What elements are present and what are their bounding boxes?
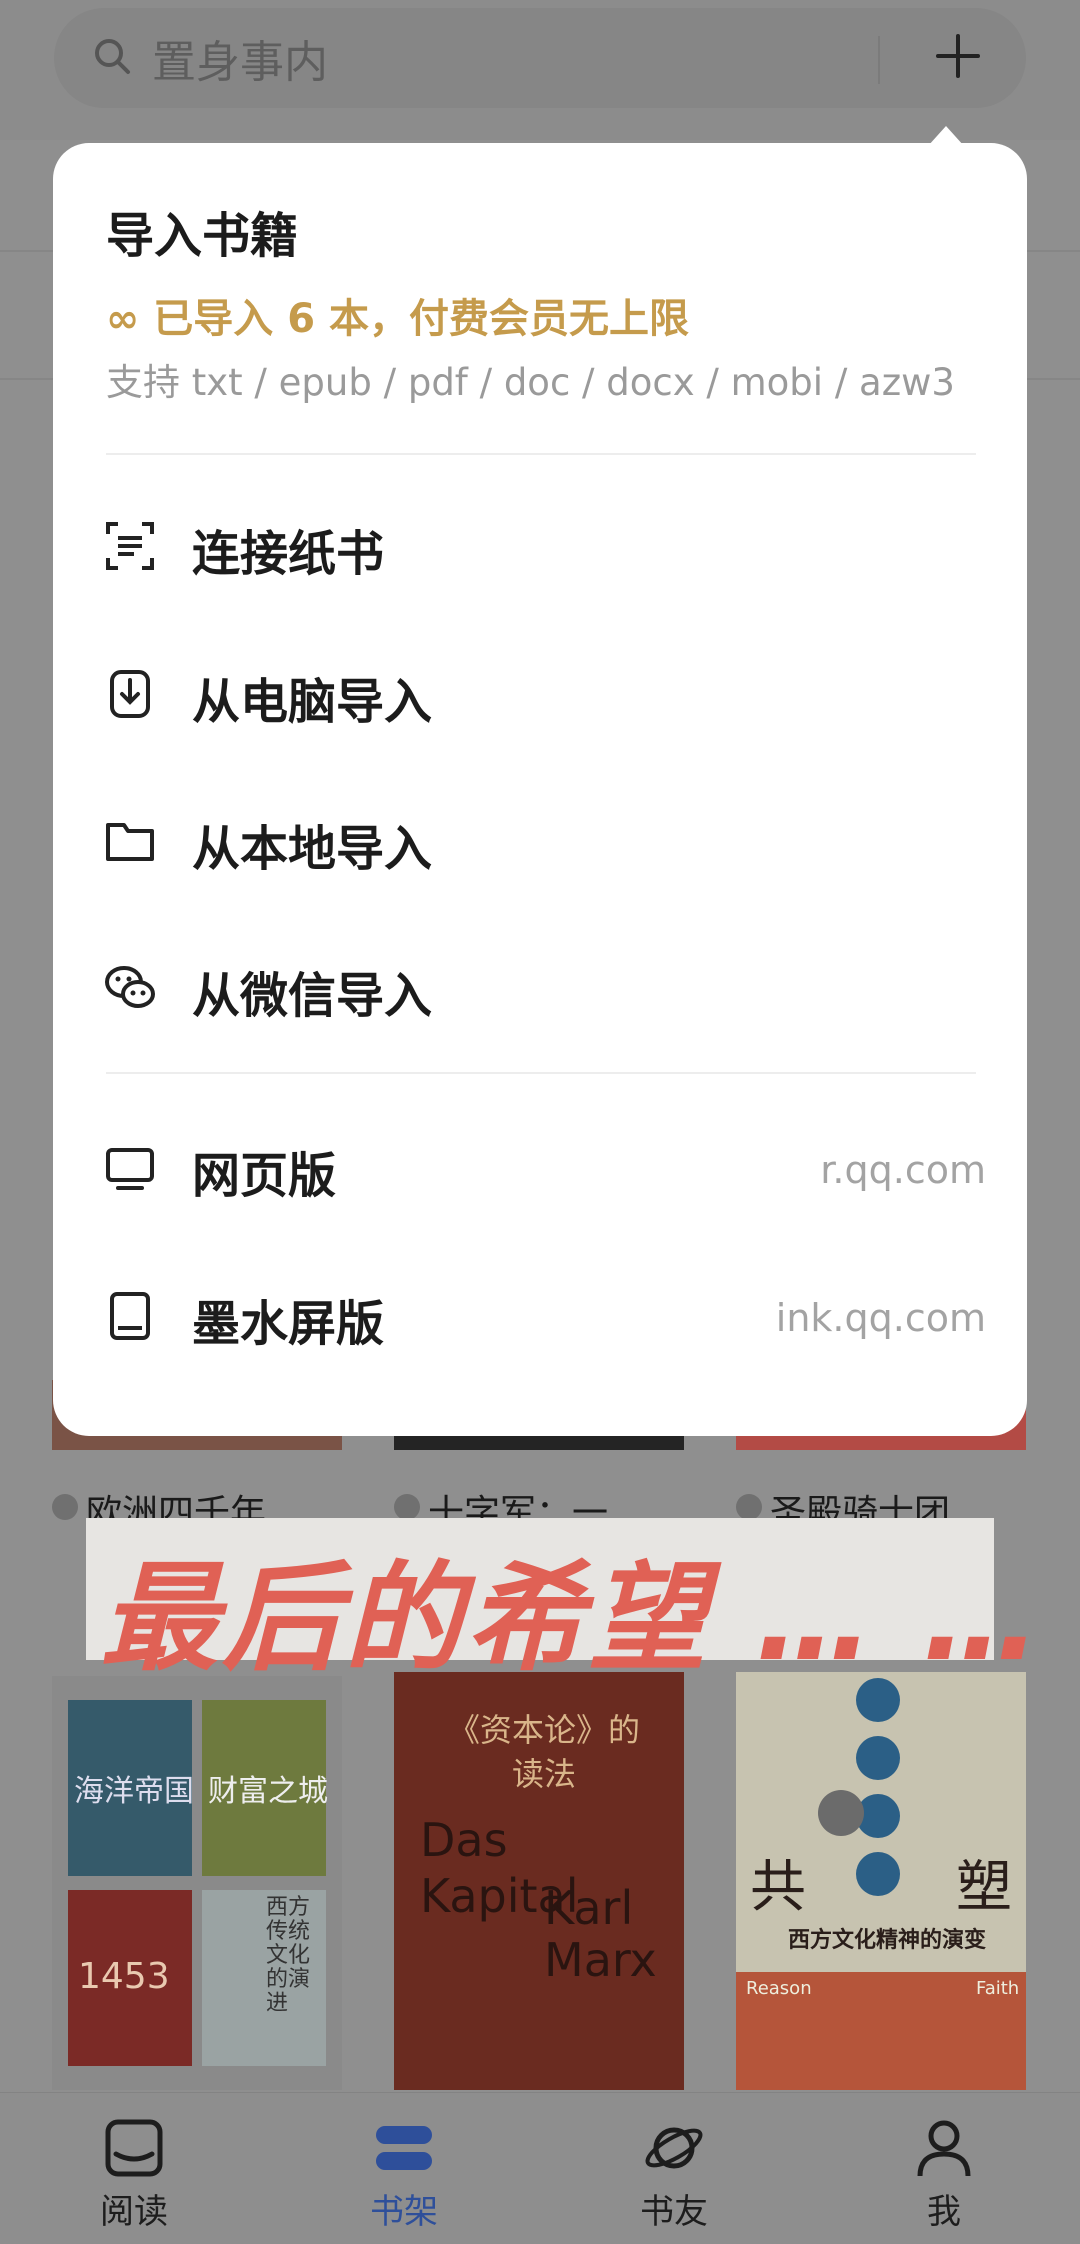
menu-item-label: 从微信导入 [192,968,433,1024]
caption-text: 最后的希望 … … [100,1549,1045,1687]
import-quota: ∞ 已导入 6 本，付费会员无上限 [106,296,689,342]
plus-icon[interactable] [928,26,988,86]
imported-check-icon [394,1494,420,1520]
tab-friends[interactable]: 书友 [574,2116,774,2233]
cover-text: 塑 [956,1855,1012,1920]
import-from-wechat-item[interactable]: 从微信导入 [86,930,986,1040]
import-from-local-item[interactable]: 从本地导入 [86,783,986,893]
tab-me[interactable]: 我 [844,2116,1044,2233]
tab-label: 我 [927,2192,961,2232]
infinity-icon: ∞ [106,296,140,342]
tab-label: 阅读 [100,2192,168,2232]
cover-text: 西方文化精神的演变 [788,1928,987,1953]
tab-label: 书架 [370,2192,438,2232]
tab-bookshelf[interactable]: 书架 [304,2116,504,2233]
divider [106,453,976,455]
folder-icon [106,823,154,861]
tab-label: 书友 [640,2192,708,2232]
person-icon [917,2120,971,2177]
menu-item-label: 连接纸书 [192,526,385,582]
cover-text: Karl Marx [544,1881,657,1987]
phone-import-icon [110,670,150,718]
supported-formats: 支持 txt / epub / pdf / doc / docx / mobi … [106,361,955,404]
import-from-computer-item[interactable]: 从电脑导入 [86,636,986,746]
monitor-icon [106,1148,154,1190]
cover-text: 共 [750,1855,806,1920]
web-version-item[interactable]: 网页版 r.qq.com [86,1110,986,1220]
eink-version-item[interactable]: 墨水屏版 ink.qq.com [86,1258,986,1368]
wechat-icon [105,966,155,1008]
book-cover-6[interactable]: 共 塑 西方文化精神的演变 Reason Faith [736,1672,1026,2090]
menu-item-label: 墨水屏版 [192,1296,385,1352]
book-open-icon [105,2119,163,2177]
menu-item-url: ink.qq.com [775,1296,986,1340]
cover-text: 西方传统文化的演进 [266,1895,311,2016]
menu-item-url: r.qq.com [820,1148,986,1192]
search-divider [878,36,880,84]
cover-text: 财富之城 [208,1774,328,1809]
imported-check-icon [736,1494,762,1520]
bookshelf-icon [376,2126,432,2170]
planet-icon [645,2127,703,2169]
menu-item-label: 从本地导入 [192,821,433,877]
book-cover-4[interactable]: 海洋帝国 财富之城 1453 西方传统文化的演进 [52,1676,342,2090]
cover-text: 1453 [78,1956,170,1997]
imported-check-icon [52,1494,78,1520]
cover-text: 海洋帝国 [74,1774,194,1809]
cover-text: Faith [976,1978,1020,1999]
scan-icon [106,522,154,570]
ereader-icon [110,1292,150,1340]
tab-read[interactable]: 阅读 [34,2116,234,2233]
menu-item-label: 从电脑导入 [192,674,433,730]
book-cover-5[interactable]: 《资本论》的读法 Das Kapital Karl Marx [394,1672,684,2090]
search-input[interactable]: 置身事内 [152,26,328,90]
cover-text: Reason [746,1978,812,1999]
menu-item-label: 网页版 [192,1148,337,1204]
divider [106,1072,976,1074]
cover-text: 《资本论》的读法 [447,1711,640,1793]
popup-title: 导入书籍 [106,208,299,264]
search-icon [95,39,130,74]
connect-paper-book-item[interactable]: 连接纸书 [86,488,986,598]
